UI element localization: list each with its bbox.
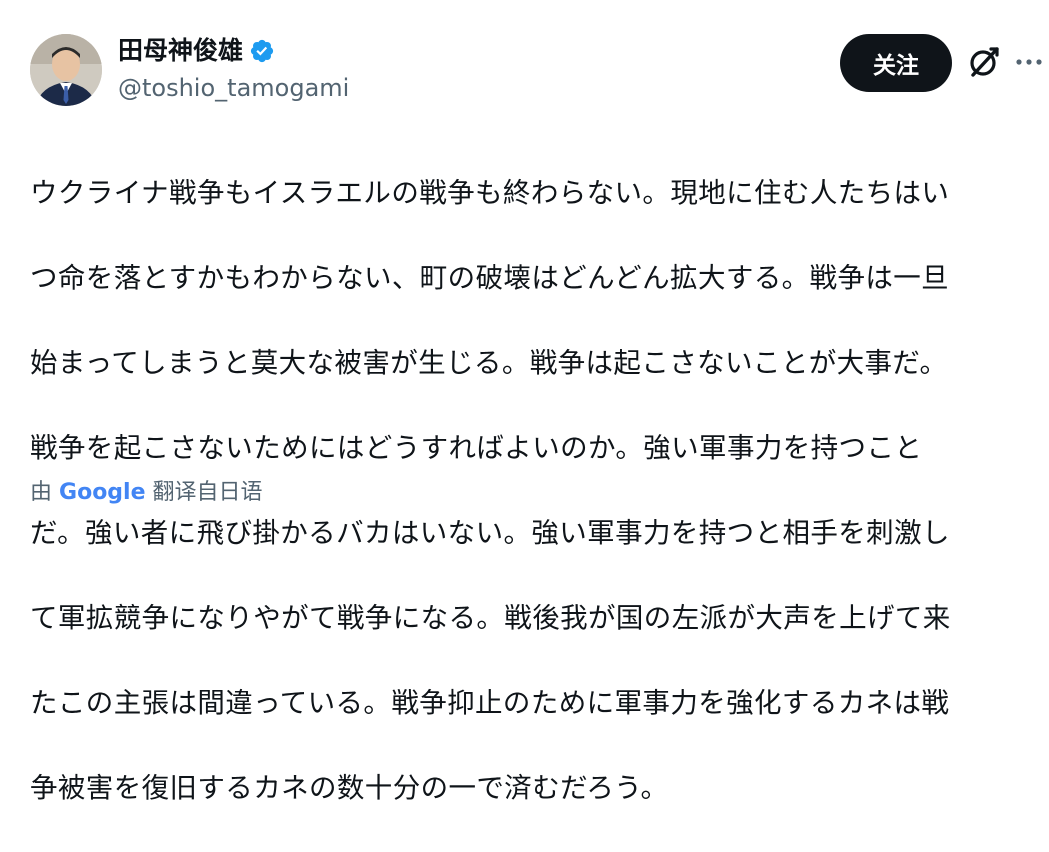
follow-button[interactable]: 关注 bbox=[840, 34, 952, 92]
grok-icon[interactable] bbox=[966, 44, 1002, 80]
tweet-text-line: 始まってしまうと莫大な被害が生じる。戦争は起こさないことが大事だ。 bbox=[30, 346, 948, 379]
tweet-text-line: たこの主張は間違っている。戦争抑止のために軍事力を強化するカネは戦 bbox=[30, 686, 950, 719]
tweet-text-line: だ。強い者に飛び掛かるバカはいない。強い軍事力を持つと相手を刺激し bbox=[30, 516, 950, 549]
tweet-text-line: ウクライナ戦争もイスラエルの戦争も終わらない。現地に住む人たちはい bbox=[30, 176, 950, 209]
tweet-text-line: つ命を落とすかもわからない、町の破壊はどんどん拡大する。戦争は一旦 bbox=[30, 261, 950, 294]
avatar[interactable] bbox=[30, 34, 102, 106]
tweet-text-line: て軍拡競争になりやがて戦争になる。戦後我が国の左派が大声を上げて来 bbox=[30, 601, 951, 634]
tweet-text-line: 戦争を起こさないためにはどうすればよいのか。強い軍事力を持つこと bbox=[30, 431, 923, 464]
author-handle[interactable]: @toshio_tamogami bbox=[118, 72, 349, 104]
more-icon[interactable] bbox=[1014, 48, 1044, 76]
author-name[interactable]: 田母神俊雄 bbox=[118, 34, 243, 68]
tweet-card: 田母神俊雄 @toshio_tamogami 关注 ウクライナ戦争もイスラエルの… bbox=[0, 0, 1049, 804]
tweet-text-line: 争被害を復旧するカネの数十分の一で済むだろう。 bbox=[30, 771, 669, 804]
translation-attribution[interactable]: 由 Google 翻译自日语 bbox=[30, 478, 263, 508]
verified-badge-icon bbox=[249, 38, 275, 64]
profile-photo-icon bbox=[30, 34, 102, 106]
author-name-row[interactable]: 田母神俊雄 bbox=[118, 34, 275, 68]
